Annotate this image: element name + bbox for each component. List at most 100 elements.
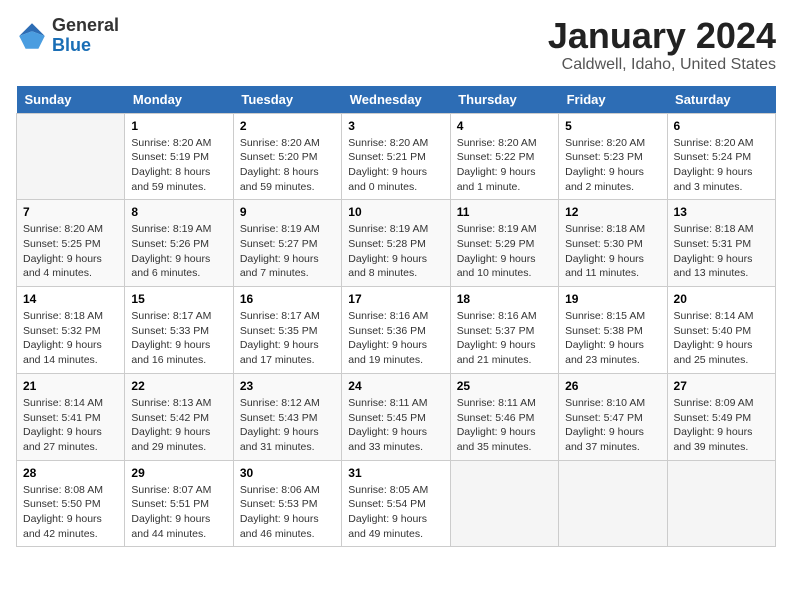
calendar-day-cell: 20 Sunrise: 8:14 AM Sunset: 5:40 PM Dayl… — [667, 287, 775, 374]
calendar-week-row: 28 Sunrise: 8:08 AM Sunset: 5:50 PM Dayl… — [17, 460, 776, 547]
calendar-day-cell: 27 Sunrise: 8:09 AM Sunset: 5:49 PM Dayl… — [667, 373, 775, 460]
sunrise-text: Sunrise: 8:07 AM — [131, 484, 211, 496]
weekday-header-cell: Monday — [125, 86, 233, 114]
weekday-header-cell: Friday — [559, 86, 667, 114]
weekday-header-row: SundayMondayTuesdayWednesdayThursdayFrid… — [17, 86, 776, 114]
calendar-day-cell: 25 Sunrise: 8:11 AM Sunset: 5:46 PM Dayl… — [450, 373, 558, 460]
daylight-text: Daylight: 9 hours and 31 minutes. — [240, 426, 319, 453]
calendar-day-cell: 16 Sunrise: 8:17 AM Sunset: 5:35 PM Dayl… — [233, 287, 341, 374]
daylight-text: Daylight: 9 hours and 0 minutes. — [348, 166, 427, 193]
sunset-text: Sunset: 5:53 PM — [240, 498, 318, 510]
daylight-text: Daylight: 9 hours and 2 minutes. — [565, 166, 644, 193]
daylight-text: Daylight: 9 hours and 46 minutes. — [240, 513, 319, 540]
day-info: Sunrise: 8:16 AM Sunset: 5:36 PM Dayligh… — [348, 309, 443, 368]
calendar-day-cell: 8 Sunrise: 8:19 AM Sunset: 5:26 PM Dayli… — [125, 200, 233, 287]
calendar-day-cell: 29 Sunrise: 8:07 AM Sunset: 5:51 PM Dayl… — [125, 460, 233, 547]
day-info: Sunrise: 8:20 AM Sunset: 5:20 PM Dayligh… — [240, 136, 335, 195]
day-info: Sunrise: 8:05 AM Sunset: 5:54 PM Dayligh… — [348, 483, 443, 542]
sunrise-text: Sunrise: 8:14 AM — [23, 397, 103, 409]
calendar-day-cell: 28 Sunrise: 8:08 AM Sunset: 5:50 PM Dayl… — [17, 460, 125, 547]
day-number: 15 — [131, 292, 226, 306]
sunset-text: Sunset: 5:24 PM — [674, 151, 752, 163]
sunset-text: Sunset: 5:19 PM — [131, 151, 209, 163]
sunrise-text: Sunrise: 8:20 AM — [565, 137, 645, 149]
weekday-header-cell: Thursday — [450, 86, 558, 114]
calendar-day-cell: 19 Sunrise: 8:15 AM Sunset: 5:38 PM Dayl… — [559, 287, 667, 374]
sunset-text: Sunset: 5:30 PM — [565, 238, 643, 250]
sunrise-text: Sunrise: 8:08 AM — [23, 484, 103, 496]
day-info: Sunrise: 8:07 AM Sunset: 5:51 PM Dayligh… — [131, 483, 226, 542]
sunrise-text: Sunrise: 8:20 AM — [240, 137, 320, 149]
day-number: 16 — [240, 292, 335, 306]
sunset-text: Sunset: 5:25 PM — [23, 238, 101, 250]
day-info: Sunrise: 8:20 AM Sunset: 5:23 PM Dayligh… — [565, 136, 660, 195]
day-number: 30 — [240, 466, 335, 480]
day-number: 22 — [131, 379, 226, 393]
day-info: Sunrise: 8:18 AM Sunset: 5:31 PM Dayligh… — [674, 222, 769, 281]
weekday-header-cell: Saturday — [667, 86, 775, 114]
sunrise-text: Sunrise: 8:18 AM — [565, 223, 645, 235]
daylight-text: Daylight: 9 hours and 1 minute. — [457, 166, 536, 193]
day-info: Sunrise: 8:11 AM Sunset: 5:46 PM Dayligh… — [457, 396, 552, 455]
day-number: 29 — [131, 466, 226, 480]
sunrise-text: Sunrise: 8:05 AM — [348, 484, 428, 496]
day-info: Sunrise: 8:14 AM Sunset: 5:41 PM Dayligh… — [23, 396, 118, 455]
day-info: Sunrise: 8:19 AM Sunset: 5:29 PM Dayligh… — [457, 222, 552, 281]
sunrise-text: Sunrise: 8:19 AM — [457, 223, 537, 235]
day-info: Sunrise: 8:20 AM Sunset: 5:24 PM Dayligh… — [674, 136, 769, 195]
calendar-subtitle: Caldwell, Idaho, United States — [548, 56, 776, 74]
day-info: Sunrise: 8:17 AM Sunset: 5:35 PM Dayligh… — [240, 309, 335, 368]
day-number: 27 — [674, 379, 769, 393]
daylight-text: Daylight: 9 hours and 35 minutes. — [457, 426, 536, 453]
calendar-day-cell: 30 Sunrise: 8:06 AM Sunset: 5:53 PM Dayl… — [233, 460, 341, 547]
sunrise-text: Sunrise: 8:12 AM — [240, 397, 320, 409]
day-info: Sunrise: 8:06 AM Sunset: 5:53 PM Dayligh… — [240, 483, 335, 542]
day-info: Sunrise: 8:13 AM Sunset: 5:42 PM Dayligh… — [131, 396, 226, 455]
calendar-table: SundayMondayTuesdayWednesdayThursdayFrid… — [16, 86, 776, 548]
daylight-text: Daylight: 9 hours and 14 minutes. — [23, 339, 102, 366]
sunset-text: Sunset: 5:32 PM — [23, 325, 101, 337]
weekday-header-cell: Wednesday — [342, 86, 450, 114]
daylight-text: Daylight: 9 hours and 19 minutes. — [348, 339, 427, 366]
daylight-text: Daylight: 9 hours and 6 minutes. — [131, 253, 210, 280]
calendar-week-row: 21 Sunrise: 8:14 AM Sunset: 5:41 PM Dayl… — [17, 373, 776, 460]
day-number: 14 — [23, 292, 118, 306]
sunset-text: Sunset: 5:46 PM — [457, 412, 535, 424]
calendar-title: January 2024 — [548, 16, 776, 56]
day-number: 5 — [565, 119, 660, 133]
day-number: 7 — [23, 205, 118, 219]
calendar-day-cell: 2 Sunrise: 8:20 AM Sunset: 5:20 PM Dayli… — [233, 113, 341, 200]
sunrise-text: Sunrise: 8:09 AM — [674, 397, 754, 409]
sunset-text: Sunset: 5:27 PM — [240, 238, 318, 250]
day-info: Sunrise: 8:18 AM Sunset: 5:30 PM Dayligh… — [565, 222, 660, 281]
calendar-day-cell: 1 Sunrise: 8:20 AM Sunset: 5:19 PM Dayli… — [125, 113, 233, 200]
logo-blue: Blue — [52, 36, 119, 56]
title-area: January 2024 Caldwell, Idaho, United Sta… — [548, 16, 776, 74]
calendar-day-cell: 6 Sunrise: 8:20 AM Sunset: 5:24 PM Dayli… — [667, 113, 775, 200]
sunset-text: Sunset: 5:36 PM — [348, 325, 426, 337]
sunrise-text: Sunrise: 8:11 AM — [457, 397, 536, 409]
sunrise-text: Sunrise: 8:17 AM — [131, 310, 211, 322]
daylight-text: Daylight: 8 hours and 59 minutes. — [240, 166, 319, 193]
sunrise-text: Sunrise: 8:20 AM — [674, 137, 754, 149]
sunrise-text: Sunrise: 8:10 AM — [565, 397, 645, 409]
day-number: 6 — [674, 119, 769, 133]
calendar-day-cell: 15 Sunrise: 8:17 AM Sunset: 5:33 PM Dayl… — [125, 287, 233, 374]
day-number: 8 — [131, 205, 226, 219]
sunset-text: Sunset: 5:21 PM — [348, 151, 426, 163]
calendar-day-cell: 22 Sunrise: 8:13 AM Sunset: 5:42 PM Dayl… — [125, 373, 233, 460]
day-info: Sunrise: 8:17 AM Sunset: 5:33 PM Dayligh… — [131, 309, 226, 368]
sunset-text: Sunset: 5:43 PM — [240, 412, 318, 424]
daylight-text: Daylight: 9 hours and 27 minutes. — [23, 426, 102, 453]
day-info: Sunrise: 8:14 AM Sunset: 5:40 PM Dayligh… — [674, 309, 769, 368]
day-info: Sunrise: 8:19 AM Sunset: 5:26 PM Dayligh… — [131, 222, 226, 281]
day-number: 26 — [565, 379, 660, 393]
sunrise-text: Sunrise: 8:16 AM — [457, 310, 537, 322]
sunrise-text: Sunrise: 8:20 AM — [457, 137, 537, 149]
daylight-text: Daylight: 9 hours and 39 minutes. — [674, 426, 753, 453]
sunset-text: Sunset: 5:49 PM — [674, 412, 752, 424]
daylight-text: Daylight: 9 hours and 44 minutes. — [131, 513, 210, 540]
sunset-text: Sunset: 5:50 PM — [23, 498, 101, 510]
day-number: 24 — [348, 379, 443, 393]
daylight-text: Daylight: 9 hours and 16 minutes. — [131, 339, 210, 366]
